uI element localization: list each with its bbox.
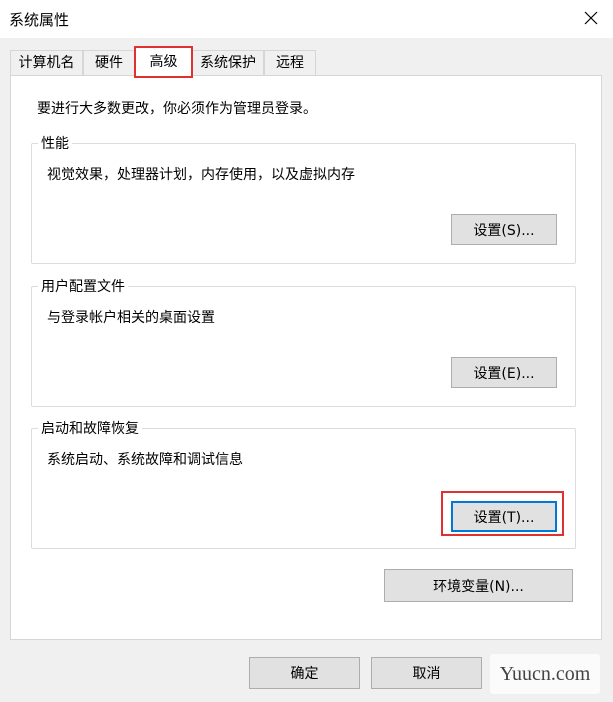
advanced-panel: 要进行大多数更改，你必须作为管理员登录。 性能 视觉效果，处理器计划，内存使用，… — [10, 75, 602, 640]
tab-remote[interactable]: 远程 — [264, 50, 316, 75]
performance-group: 性能 视觉效果，处理器计划，内存使用，以及虚拟内存 设置(S)... — [31, 133, 576, 264]
window-title: 系统属性 — [9, 11, 70, 29]
watermark: Yuucn.com — [490, 654, 600, 694]
performance-settings-button[interactable]: 设置(S)... — [451, 214, 557, 245]
tab-system-protection[interactable]: 系统保护 — [192, 50, 264, 75]
ok-button[interactable]: 确定 — [249, 657, 360, 689]
tab-hardware[interactable]: 硬件 — [83, 50, 135, 75]
user-profiles-group: 用户配置文件 与登录帐户相关的桌面设置 设置(E)... — [31, 276, 576, 407]
startup-recovery-group: 启动和故障恢复 系统启动、系统故障和调试信息 设置(T)... — [31, 418, 576, 549]
user-profiles-group-title: 用户配置文件 — [38, 276, 128, 296]
cancel-button[interactable]: 取消 — [371, 657, 482, 689]
user-profiles-description: 与登录帐户相关的桌面设置 — [47, 310, 215, 326]
title-bar: 系统属性 — [0, 0, 613, 38]
close-icon — [584, 11, 598, 25]
tab-computer-name[interactable]: 计算机名 — [10, 50, 83, 75]
startup-recovery-description: 系统启动、系统故障和调试信息 — [47, 452, 243, 468]
environment-variables-button[interactable]: 环境变量(N)... — [384, 569, 573, 602]
startup-recovery-group-title: 启动和故障恢复 — [38, 418, 142, 438]
admin-notice: 要进行大多数更改，你必须作为管理员登录。 — [37, 101, 317, 117]
startup-recovery-settings-button[interactable]: 设置(T)... — [451, 501, 557, 532]
close-button[interactable] — [575, 4, 607, 32]
performance-description: 视觉效果，处理器计划，内存使用，以及虚拟内存 — [47, 167, 355, 183]
tab-advanced[interactable]: 高级 — [134, 46, 193, 78]
performance-group-title: 性能 — [38, 133, 72, 153]
user-profiles-settings-button[interactable]: 设置(E)... — [451, 357, 557, 388]
